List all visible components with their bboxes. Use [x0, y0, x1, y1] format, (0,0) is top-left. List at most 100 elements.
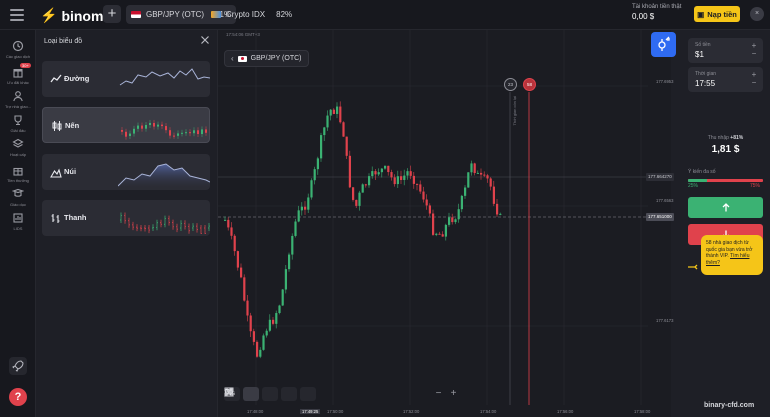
- time-label: Thời gian: [695, 71, 717, 77]
- deposit-button[interactable]: ▣ Nạp tiền: [694, 6, 740, 22]
- chart-type-mountain[interactable]: Núi: [42, 154, 210, 190]
- time-axis-label: 17:52:00: [403, 409, 420, 414]
- amount-stepper[interactable]: + −: [749, 42, 759, 58]
- preview-candle: [193, 130, 195, 134]
- candlestick-chart[interactable]: [218, 30, 671, 417]
- amount-label: Số tiền: [695, 42, 711, 48]
- sidebar-item-offers[interactable]: 30+ Ưu đãi khác: [0, 63, 36, 85]
- candle: [384, 165, 387, 169]
- zoom-in-button[interactable]: +: [447, 388, 460, 400]
- sidebar-item-trades[interactable]: Các giao dịch: [0, 40, 36, 59]
- chart-toolbar: 5s: [224, 387, 316, 401]
- layout-button[interactable]: [224, 387, 316, 401]
- indicators-button[interactable]: [651, 32, 676, 57]
- deposit-label: Nạp tiền: [707, 9, 737, 19]
- drawing-button[interactable]: [225, 387, 297, 401]
- account-balance: 0,00 $: [632, 12, 655, 21]
- candle: [371, 171, 374, 177]
- preview-candle: [173, 135, 175, 137]
- preview-candle: [169, 130, 171, 136]
- candle: [419, 184, 422, 192]
- rocket-button[interactable]: [9, 357, 27, 375]
- asset-selector[interactable]: ‹ GBP/JPY (OTC): [224, 50, 309, 67]
- time-field[interactable]: Thời gian 17:55 + −: [688, 67, 763, 92]
- chart-type-candles[interactable]: Nến: [42, 107, 210, 143]
- avatar[interactable]: ×: [750, 7, 764, 21]
- sidebar-item-levels[interactable]: Hoạt cấp: [0, 138, 36, 157]
- price-axis-label: 177.6563: [656, 198, 674, 203]
- chart-type-label: Đường: [64, 74, 90, 83]
- candle: [297, 210, 300, 222]
- candle: [256, 341, 259, 357]
- candle: [294, 221, 297, 236]
- candle: [486, 175, 489, 179]
- candle: [224, 219, 227, 221]
- line-preview: [119, 68, 210, 86]
- help-icon: ?: [14, 391, 22, 403]
- top-bar: ⚡ binomo + GBP/JPY (OTC) 81% Crypto IDX …: [0, 0, 770, 30]
- preview-candle: [201, 129, 203, 135]
- time-remaining-label: Thời gian còn lại: [512, 96, 517, 126]
- sidebar-item-lids[interactable]: LIDS: [0, 212, 36, 231]
- candles-icon: [52, 121, 62, 131]
- asset-name: GBP/JPY (OTC): [250, 55, 302, 62]
- candle: [403, 175, 406, 180]
- candle: [345, 136, 348, 156]
- price-axis-label: 177.6173: [656, 318, 674, 323]
- candle: [249, 315, 252, 332]
- sidebar-item-label: Hoạt cấp: [9, 152, 26, 157]
- preview-candle: [165, 126, 167, 131]
- candle: [387, 165, 390, 173]
- close-icon[interactable]: [200, 35, 210, 45]
- vip-promo-card[interactable]: 58 nhà giao dịch từ quốc gia bạn vừa trở…: [701, 235, 763, 275]
- chart-type-bars[interactable]: Thanh: [42, 200, 210, 236]
- candle: [393, 177, 396, 185]
- time-stepper[interactable]: + −: [749, 71, 759, 87]
- help-button[interactable]: ?: [9, 388, 27, 406]
- account-selector[interactable]: Tài khoản tiền thật 0,00 $: [632, 4, 681, 21]
- candle: [464, 187, 467, 196]
- indicator-icon: [658, 36, 670, 51]
- price-chart[interactable]: 17:54:06 GMT+3 ‹ GBP/JPY (OTC) 23 58 Thờ…: [218, 30, 676, 417]
- logo-mark-icon: ⚡: [40, 7, 58, 23]
- candle: [236, 251, 239, 268]
- candle: [323, 127, 326, 136]
- chart-type-button[interactable]: [225, 387, 259, 401]
- sidebar-item-education[interactable]: Giáo dục: [0, 188, 36, 207]
- candle: [304, 206, 307, 210]
- crypto-icon: [211, 11, 221, 18]
- add-tab-button[interactable]: +: [103, 5, 121, 23]
- tab-crypto-idx[interactable]: Crypto IDX 82%: [206, 5, 297, 24]
- sidebar-item-trader-help[interactable]: Trợ nhà giao...: [0, 90, 36, 109]
- chart-type-label: Thanh: [64, 213, 87, 222]
- preview-candle: [157, 124, 159, 127]
- candle: [342, 122, 345, 137]
- candle: [364, 184, 367, 186]
- candle: [233, 235, 236, 252]
- chart-type-line[interactable]: Đường: [42, 61, 210, 97]
- candle: [422, 191, 425, 200]
- purchase-time-marker: 23: [504, 78, 517, 91]
- sidebar-item-bonuses[interactable]: Tiền thưởng: [0, 164, 36, 183]
- split-icon: [224, 387, 234, 397]
- amount-value[interactable]: $1: [695, 50, 704, 59]
- chart-type-panel: Loại biểu đồ Đường Nến Núi Thanh: [36, 30, 218, 417]
- income-percent: +81%: [730, 135, 744, 141]
- amount-field[interactable]: Số tiền $1 + −: [688, 38, 763, 63]
- preview-candle: [121, 130, 123, 132]
- indicators-tool-button[interactable]: [224, 387, 278, 401]
- menu-icon[interactable]: [10, 9, 24, 21]
- time-value[interactable]: 17:55: [695, 79, 715, 88]
- bars-preview: [120, 212, 210, 234]
- call-button[interactable]: [688, 197, 763, 218]
- time-axis-label: 17:56:00: [557, 409, 574, 414]
- sidebar-item-tournaments[interactable]: Giải đấu: [0, 114, 36, 133]
- price-tag: 177.664270: [646, 173, 674, 181]
- sidebar-item-label: Giáo dục: [9, 202, 26, 207]
- candle: [307, 197, 310, 210]
- zoom-controls: − +: [432, 388, 460, 400]
- candle: [358, 192, 361, 206]
- tab-label: GBP/JPY (OTC): [146, 10, 205, 19]
- panel-title: Loại biểu đồ: [44, 38, 83, 45]
- zoom-out-button[interactable]: −: [432, 388, 445, 400]
